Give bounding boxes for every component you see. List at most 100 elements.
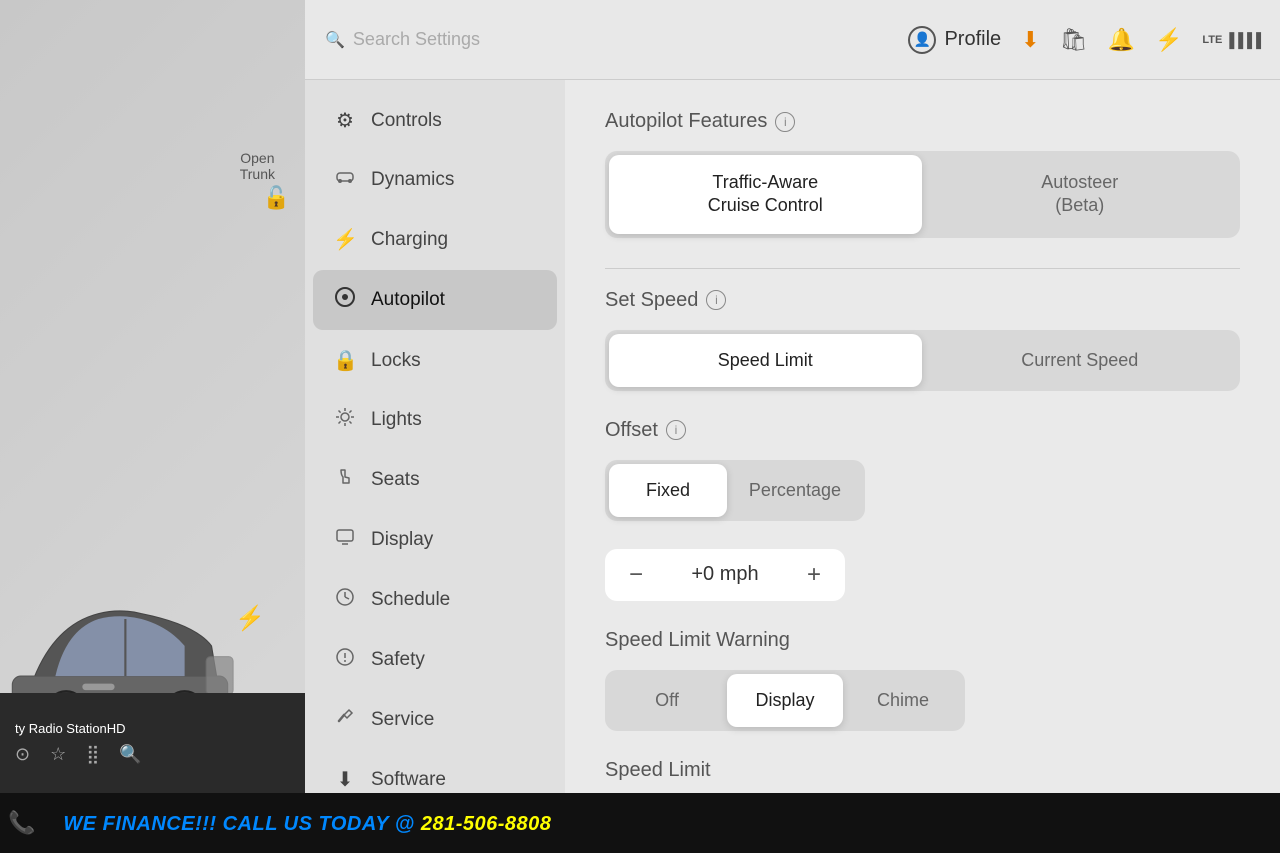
sidebar-item-dynamics[interactable]: Dynamics	[313, 151, 557, 209]
offset-info[interactable]: i	[666, 420, 686, 440]
divider-1	[605, 268, 1240, 269]
set-speed-section: Set Speed i	[605, 289, 1240, 312]
sidebar-label-seats: Seats	[371, 469, 420, 491]
fixed-btn[interactable]: Fixed	[609, 464, 727, 517]
search-bar[interactable]: 🔍 Search Settings	[325, 29, 908, 50]
speed-limit-warning-label: Speed Limit Warning	[605, 629, 790, 652]
charging-icon: ⚡	[235, 604, 265, 633]
phone-icon: 📞	[8, 810, 35, 836]
header-right: 👤 Profile ⬇ 🛍 🔔 ⚡ LTE ▐▐▐▐	[908, 26, 1260, 54]
speed-limit-label: Speed Limit	[605, 759, 711, 782]
signal-area: LTE ▐▐▐▐	[1202, 32, 1260, 48]
stepper-plus-btn[interactable]: +	[807, 563, 821, 587]
tesla-settings: 🔍 Search Settings 👤 Profile ⬇ 🛍 🔔 ⚡ LTE …	[305, 0, 1280, 793]
sidebar-item-software[interactable]: ⬇ Software	[313, 751, 557, 793]
car-display: Open Trunk 🔓 ⚡	[0, 0, 305, 793]
sidebar-label-software: Software	[371, 769, 446, 791]
speed-limit-warning-section: Speed Limit Warning	[605, 629, 1240, 652]
sidebar-label-autopilot: Autopilot	[371, 289, 445, 311]
percentage-btn[interactable]: Percentage	[729, 464, 861, 517]
signal-icon: ▐▐▐▐	[1224, 32, 1260, 48]
autopilot-features-group: Traffic-Aware Cruise Control Autosteer (…	[605, 151, 1240, 238]
sidebar-item-autopilot[interactable]: Autopilot	[313, 270, 557, 330]
download-icon: ⬇	[1021, 27, 1039, 53]
set-speed-group: Speed Limit Current Speed	[605, 330, 1240, 391]
lights-icon	[333, 407, 357, 433]
profile-button[interactable]: 👤 Profile	[908, 26, 1001, 54]
sidebar-item-service[interactable]: Service	[313, 691, 557, 749]
ad-bar: 📞 WE FINANCE!!! CALL US TODAY @ 281-506-…	[0, 793, 1280, 853]
offset-label: Offset	[605, 419, 658, 442]
stepper-minus-btn[interactable]: −	[629, 563, 643, 587]
ad-text: WE FINANCE!!! CALL US TODAY @ 281-506-88…	[43, 810, 571, 836]
offset-section: Offset i	[605, 419, 1240, 442]
autopilot-features-label: Autopilot Features	[605, 110, 767, 133]
search-music-icon[interactable]: 🔍	[119, 744, 141, 765]
autopilot-icon	[333, 286, 357, 314]
dynamics-icon	[333, 167, 357, 193]
offset-group: Fixed Percentage	[605, 460, 865, 521]
favorite-icon[interactable]: ☆	[50, 744, 66, 765]
profile-icon: 👤	[908, 26, 936, 54]
equalizer-icon[interactable]: ⣿	[86, 744, 99, 765]
bell-icon: 🔔	[1108, 27, 1135, 53]
set-speed-label: Set Speed	[605, 289, 698, 312]
sidebar-label-service: Service	[371, 709, 434, 731]
search-icon: 🔍	[325, 30, 345, 50]
car-panel: Open Trunk 🔓 ⚡	[0, 0, 305, 793]
sidebar-item-controls[interactable]: ⚙ Controls	[313, 92, 557, 149]
settings-sidebar: ⚙ Controls Dynamics ⚡ Charging Autopilo	[305, 80, 565, 793]
seats-icon	[333, 467, 357, 493]
service-icon	[333, 707, 357, 733]
sidebar-label-locks: Locks	[371, 350, 421, 372]
sidebar-label-charging: Charging	[371, 229, 448, 251]
sidebar-label-schedule: Schedule	[371, 589, 450, 611]
autopilot-features-section: Autopilot Features i	[605, 110, 1240, 133]
open-trunk-label[interactable]: Open Trunk	[240, 150, 275, 182]
sidebar-item-locks[interactable]: 🔒 Locks	[313, 332, 557, 389]
settings-content: ⚙ Controls Dynamics ⚡ Charging Autopilo	[305, 80, 1280, 793]
warning-chime-btn[interactable]: Chime	[845, 674, 961, 727]
profile-label: Profile	[944, 28, 1001, 51]
set-speed-info[interactable]: i	[706, 290, 726, 310]
search-placeholder: Search Settings	[353, 29, 480, 50]
lte-badge: LTE	[1202, 34, 1222, 46]
display-icon	[333, 527, 357, 553]
music-source-icon[interactable]: ⊙	[15, 744, 30, 765]
bluetooth-icon: ⚡	[1155, 27, 1182, 53]
sidebar-label-controls: Controls	[371, 110, 442, 132]
sidebar-label-safety: Safety	[371, 649, 425, 671]
ad-text-content: WE FINANCE!!! CALL US TODAY @	[63, 813, 420, 835]
locks-icon: 🔒	[333, 348, 357, 373]
sidebar-label-display: Display	[371, 529, 433, 551]
warning-display-btn[interactable]: Display	[727, 674, 843, 727]
autopilot-settings-panel: Autopilot Features i Traffic-Aware Cruis…	[565, 80, 1280, 793]
sidebar-item-safety[interactable]: Safety	[313, 631, 557, 689]
sidebar-item-lights[interactable]: Lights	[313, 391, 557, 449]
music-title: ty Radio StationHD	[15, 721, 290, 736]
safety-icon	[333, 647, 357, 673]
software-icon: ⬇	[333, 767, 357, 792]
sidebar-item-display[interactable]: Display	[313, 511, 557, 569]
music-bar: ty Radio StationHD ⊙ ☆ ⣿ 🔍	[0, 693, 305, 793]
stepper-value: +0 mph	[673, 563, 777, 586]
speed-limit-section: Speed Limit	[605, 759, 1240, 782]
charging-icon-sidebar: ⚡	[333, 227, 357, 252]
sidebar-item-seats[interactable]: Seats	[313, 451, 557, 509]
tacc-button[interactable]: Traffic-Aware Cruise Control	[609, 155, 922, 234]
music-controls: ⊙ ☆ ⣿ 🔍	[15, 744, 290, 765]
autopilot-features-info[interactable]: i	[775, 112, 795, 132]
current-speed-btn[interactable]: Current Speed	[924, 334, 1237, 387]
speed-limit-btn[interactable]: Speed Limit	[609, 334, 922, 387]
sidebar-label-lights: Lights	[371, 409, 422, 431]
warning-off-btn[interactable]: Off	[609, 674, 725, 727]
schedule-icon	[333, 587, 357, 613]
autosteer-button[interactable]: Autosteer (Beta)	[924, 155, 1237, 234]
settings-header: 🔍 Search Settings 👤 Profile ⬇ 🛍 🔔 ⚡ LTE …	[305, 0, 1280, 80]
sidebar-item-schedule[interactable]: Schedule	[313, 571, 557, 629]
bag-icon: 🛍	[1060, 27, 1088, 53]
offset-stepper: − +0 mph +	[605, 549, 845, 601]
sidebar-label-dynamics: Dynamics	[371, 169, 454, 191]
speed-limit-warning-group: Off Display Chime	[605, 670, 965, 731]
sidebar-item-charging[interactable]: ⚡ Charging	[313, 211, 557, 268]
